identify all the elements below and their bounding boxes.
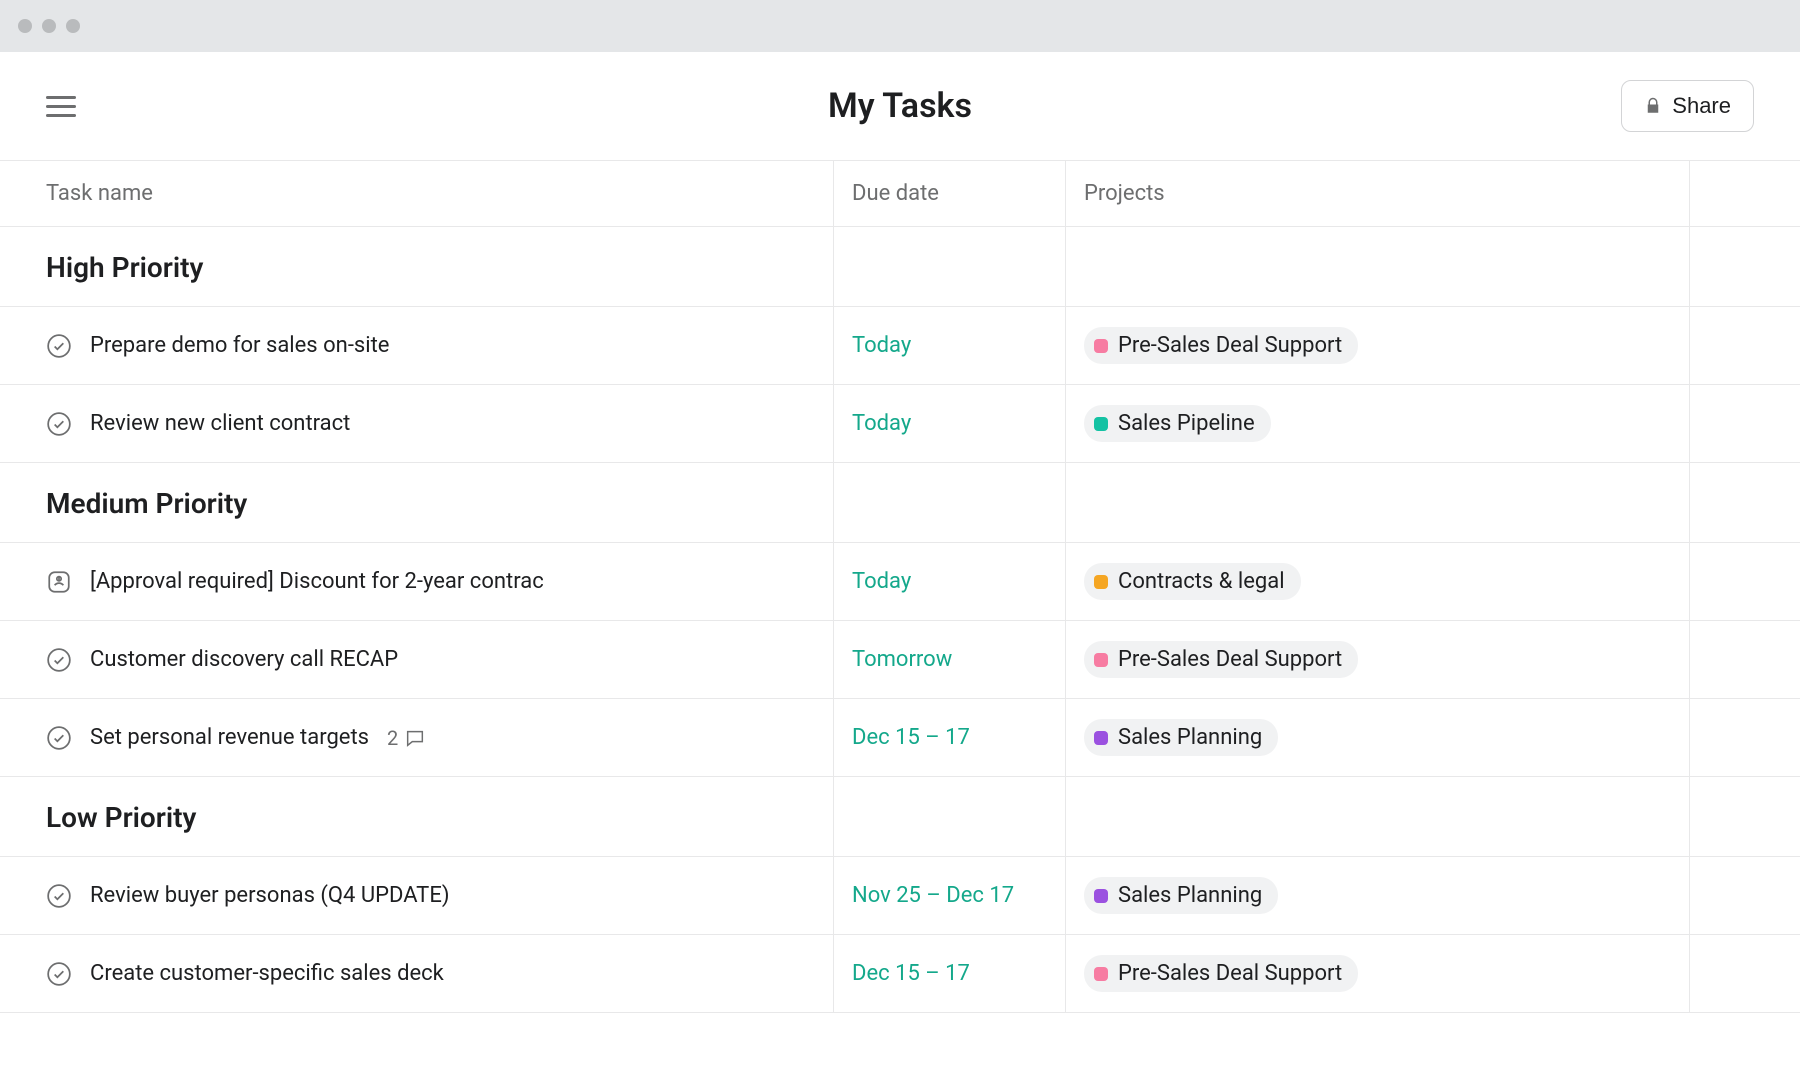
comment-count[interactable]: 2 <box>387 726 426 750</box>
project-pill[interactable]: Pre-Sales Deal Support <box>1084 955 1358 992</box>
window-dot <box>66 19 80 33</box>
task-name[interactable]: [Approval required] Discount for 2-year … <box>90 569 544 594</box>
due-date[interactable]: Today <box>852 569 911 594</box>
window-dot <box>42 19 56 33</box>
project-pill[interactable]: Contracts & legal <box>1084 563 1301 600</box>
window-dot <box>18 19 32 33</box>
task-name[interactable]: Create customer-specific sales deck <box>90 961 444 986</box>
project-label: Pre-Sales Deal Support <box>1118 647 1342 672</box>
project-color-dot <box>1094 339 1108 353</box>
project-label: Pre-Sales Deal Support <box>1118 961 1342 986</box>
check-circle-icon[interactable] <box>46 725 72 751</box>
due-date[interactable]: Tomorrow <box>852 647 952 672</box>
check-circle-icon[interactable] <box>46 883 72 909</box>
project-label: Pre-Sales Deal Support <box>1118 333 1342 358</box>
section-title[interactable]: Medium Priority <box>0 463 833 542</box>
task-name[interactable]: Review new client contract <box>90 411 350 436</box>
share-button[interactable]: Share <box>1621 80 1754 132</box>
project-pill[interactable]: Pre-Sales Deal Support <box>1084 327 1358 364</box>
due-date[interactable]: Nov 25 – Dec 17 <box>852 883 1014 908</box>
column-extra <box>1690 161 1800 226</box>
task-row[interactable]: Prepare demo for sales on-site Today Pre… <box>0 307 1800 385</box>
project-label: Sales Pipeline <box>1118 411 1255 436</box>
project-pill[interactable]: Sales Planning <box>1084 719 1278 756</box>
project-pill[interactable]: Pre-Sales Deal Support <box>1084 641 1358 678</box>
column-task-name[interactable]: Task name <box>0 161 834 226</box>
check-circle-icon[interactable] <box>46 961 72 987</box>
due-date[interactable]: Dec 15 – 17 <box>852 961 970 986</box>
check-circle-icon[interactable] <box>46 647 72 673</box>
project-color-dot <box>1094 731 1108 745</box>
window-titlebar <box>0 0 1800 52</box>
task-name[interactable]: Prepare demo for sales on-site <box>90 333 389 358</box>
column-due-date[interactable]: Due date <box>834 161 1066 226</box>
task-row[interactable]: Create customer-specific sales deck Dec … <box>0 935 1800 1013</box>
task-table: Task name Due date Projects High Priorit… <box>0 160 1800 1013</box>
approval-icon[interactable] <box>46 569 72 595</box>
project-label: Sales Planning <box>1118 883 1262 908</box>
project-pill[interactable]: Sales Pipeline <box>1084 405 1271 442</box>
project-color-dot <box>1094 653 1108 667</box>
task-row[interactable]: Review buyer personas (Q4 UPDATE) Nov 25… <box>0 857 1800 935</box>
column-projects[interactable]: Projects <box>1066 161 1690 226</box>
comment-icon <box>404 727 426 749</box>
due-date[interactable]: Dec 15 – 17 <box>852 725 970 750</box>
lock-icon <box>1644 97 1662 115</box>
task-row[interactable]: Set personal revenue targets 2 Dec 15 – … <box>0 699 1800 777</box>
due-date[interactable]: Today <box>852 411 911 436</box>
section-title[interactable]: Low Priority <box>0 777 833 856</box>
table-header: Task name Due date Projects <box>0 160 1800 227</box>
project-label: Contracts & legal <box>1118 569 1285 594</box>
project-color-dot <box>1094 889 1108 903</box>
task-name[interactable]: Set personal revenue targets <box>90 725 369 750</box>
project-color-dot <box>1094 967 1108 981</box>
check-circle-icon[interactable] <box>46 333 72 359</box>
page-title: My Tasks <box>828 86 972 126</box>
task-row[interactable]: [Approval required] Discount for 2-year … <box>0 543 1800 621</box>
due-date[interactable]: Today <box>852 333 911 358</box>
task-name[interactable]: Customer discovery call RECAP <box>90 647 398 672</box>
project-pill[interactable]: Sales Planning <box>1084 877 1278 914</box>
menu-button[interactable] <box>46 96 76 117</box>
task-row[interactable]: Customer discovery call RECAP Tomorrow P… <box>0 621 1800 699</box>
project-color-dot <box>1094 575 1108 589</box>
share-label: Share <box>1672 93 1731 119</box>
task-name[interactable]: Review buyer personas (Q4 UPDATE) <box>90 883 449 908</box>
project-label: Sales Planning <box>1118 725 1262 750</box>
task-row[interactable]: Review new client contract Today Sales P… <box>0 385 1800 463</box>
section-title[interactable]: High Priority <box>0 227 833 306</box>
project-color-dot <box>1094 417 1108 431</box>
check-circle-icon[interactable] <box>46 411 72 437</box>
